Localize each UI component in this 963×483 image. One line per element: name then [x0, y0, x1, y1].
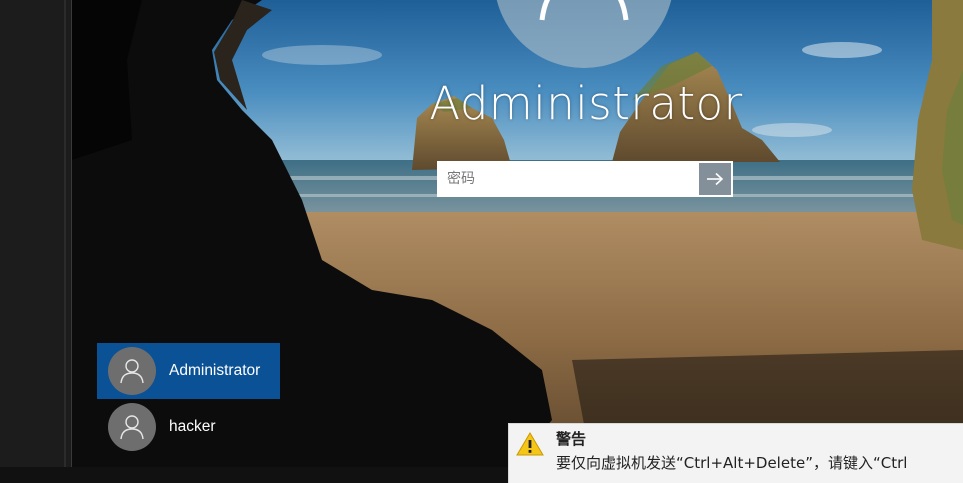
- panel-divider: [64, 0, 66, 467]
- avatar: [108, 403, 156, 451]
- password-input[interactable]: [439, 163, 699, 195]
- login-username-title: Administrator: [429, 77, 743, 130]
- user-item-hacker[interactable]: hacker: [97, 399, 280, 455]
- warning-message: 要仅向虚拟机发送“Ctrl+Alt+Delete”，请键入“Ctrl: [556, 454, 908, 472]
- warning-title: 警告: [556, 430, 587, 448]
- user-item-label: Administrator: [169, 362, 261, 379]
- arrow-right-icon: [707, 172, 724, 186]
- warning-notification: 警告 要仅向虚拟机发送“Ctrl+Alt+Delete”，请键入“Ctrl: [508, 423, 963, 483]
- avatar: [108, 347, 156, 395]
- user-item-label: hacker: [169, 418, 216, 435]
- user-item-administrator[interactable]: Administrator: [97, 343, 280, 399]
- submit-button[interactable]: [699, 163, 731, 195]
- user-silhouette-icon: [120, 359, 144, 384]
- user-silhouette-icon: [539, 0, 629, 21]
- warning-triangle-icon: [516, 432, 544, 456]
- host-window-left-panel: [0, 0, 72, 467]
- user-avatar-large: [494, 0, 674, 68]
- password-field-container: [437, 161, 733, 197]
- user-switcher-list: Administrator hacker: [97, 343, 280, 455]
- user-silhouette-icon: [120, 415, 144, 440]
